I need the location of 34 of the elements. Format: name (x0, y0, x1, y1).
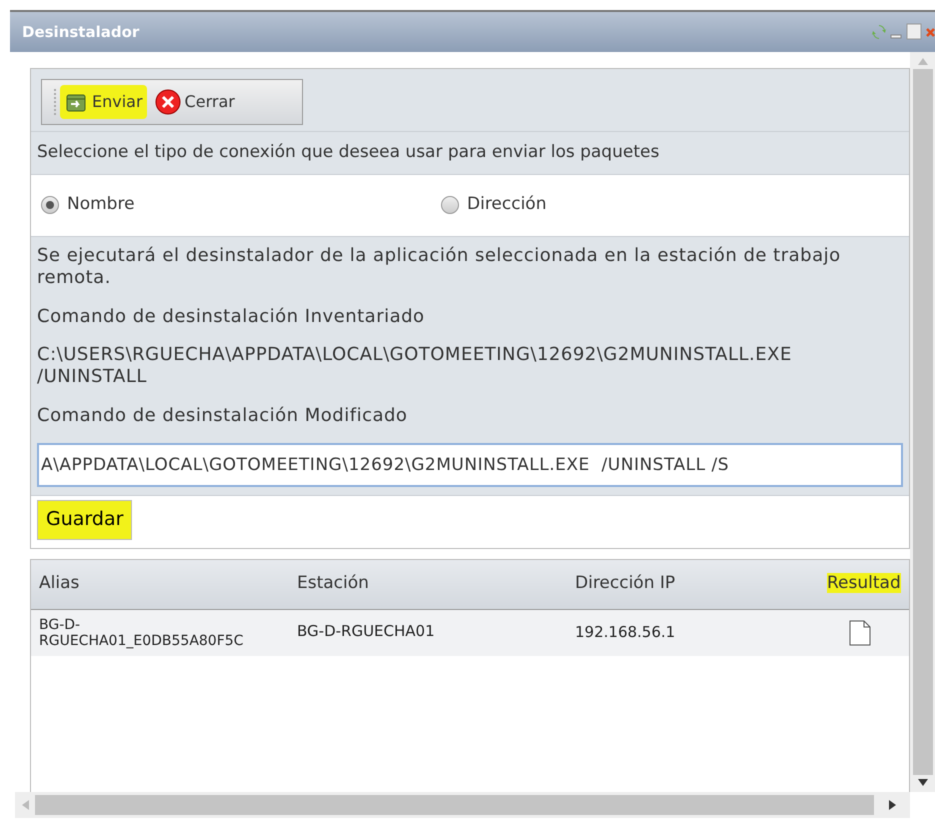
close-icon[interactable] (926, 25, 935, 39)
scroll-up-icon[interactable] (918, 58, 928, 65)
column-header[interactable]: Alias (39, 573, 80, 594)
close-button[interactable]: Cerrar (150, 85, 239, 119)
inventoried-label: Comando de desinstalación Inventariado (37, 304, 426, 328)
radio-option[interactable]: Dirección (441, 192, 546, 218)
close-icon (154, 89, 181, 115)
vertical-scrollbar[interactable] (910, 52, 935, 792)
maximize-icon[interactable] (906, 23, 922, 41)
column-header[interactable]: Resultad (827, 573, 901, 594)
document-icon[interactable] (849, 620, 871, 646)
scrollbar-thumb[interactable] (35, 795, 874, 815)
radio-button[interactable] (41, 196, 59, 214)
window-title: Desinstalador (22, 22, 140, 43)
table-cell-text: BG-D-RGUECHA01 (297, 620, 436, 642)
send-button[interactable]: Enviar (60, 85, 147, 119)
table-cell-text: 192.168.56.1 (575, 622, 676, 644)
scroll-down-icon[interactable] (918, 779, 928, 786)
column-header[interactable]: Dirección IP (575, 573, 676, 594)
column-header[interactable]: Estación (297, 573, 369, 594)
radio-option[interactable]: Nombre (41, 192, 441, 218)
refresh-icon[interactable] (872, 24, 886, 40)
table-row[interactable]: BG-D-RGUECHA01_E0DB55A80F5C BG-D-RGUECHA01 192.168.56.1 (31, 610, 909, 656)
modified-label: Comando de desinstalación Modificado (37, 404, 408, 428)
description-text: Se ejecutará el desinstalador de la aplicación seleccionada en la estación de trabajo remota. (37, 244, 842, 288)
table-cell-text: BG-D-RGUECHA01_E0DB55A80F5C (39, 616, 244, 648)
scrollbar-thumb[interactable] (912, 69, 932, 775)
horizontal-scrollbar[interactable] (15, 792, 910, 818)
inventoried-command: C:\USERS\RGUECHA\APPDATA\LOCAL\GOTOMEETING\12692\G2MUNINSTALL.EXE /UNINSTALL (37, 344, 793, 388)
command-input[interactable]: A\APPDATA\LOCAL\GOTOMEETING\12692\G2MUNINSTALL.EXE /UNINSTALL /S (37, 442, 903, 486)
scroll-left-icon[interactable] (22, 800, 28, 810)
scroll-right-icon[interactable] (888, 800, 896, 810)
save-button[interactable]: Guardar (37, 500, 132, 540)
radio-button[interactable] (441, 196, 459, 214)
